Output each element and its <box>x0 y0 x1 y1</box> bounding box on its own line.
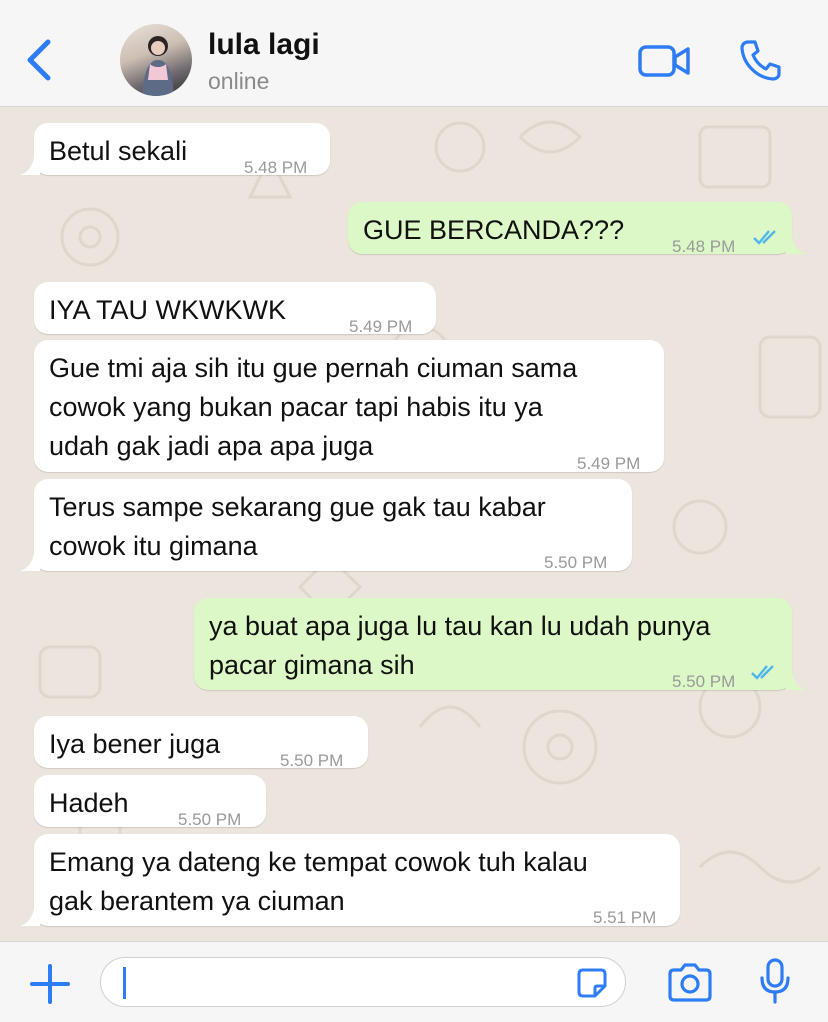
bubble-tail <box>20 553 40 571</box>
microphone-icon[interactable] <box>758 958 792 1006</box>
message-time: 5.51 PM <box>593 908 657 927</box>
chat-header: lula lagi online <box>0 0 828 107</box>
plus-icon[interactable] <box>28 962 72 1006</box>
message-bubble-outgoing[interactable]: GUE BERCANDA??? 5.48 PM <box>348 202 806 256</box>
message-line: pacar gimana sih <box>209 650 415 680</box>
bubble-tail <box>20 157 40 175</box>
message-time: 5.48 PM <box>672 237 736 256</box>
message-text: Emang ya dateng ke tempat cowok tuh kala… <box>49 843 588 921</box>
message-bubble-incoming[interactable]: Iya bener juga 5.50 PM <box>34 716 368 770</box>
message-bubble-outgoing[interactable]: ya buat apa juga lu tau kan lu udah puny… <box>194 598 806 691</box>
message-bubble-incoming[interactable]: Gue tmi aja sih itu gue pernah ciuman sa… <box>34 340 664 473</box>
message-bubble-incoming[interactable]: Terus sampe sekarang gue gak tau kabar c… <box>20 479 632 572</box>
message-line: Emang ya dateng ke tempat cowok tuh kala… <box>49 847 588 877</box>
message-text: Terus sampe sekarang gue gak tau kabar c… <box>49 488 546 566</box>
double-check-icon <box>751 665 774 680</box>
message-line: cowok yang bukan pacar tapi habis itu ya <box>49 392 543 422</box>
message-line: gak berantem ya ciuman <box>49 886 345 916</box>
message-bubble-incoming[interactable]: Hadeh 5.50 PM <box>34 775 266 829</box>
bubble-tail <box>786 672 806 690</box>
video-call-icon[interactable] <box>638 44 690 78</box>
message-text: Gue tmi aja sih itu gue pernah ciuman sa… <box>49 349 577 466</box>
message-time: 5.50 PM <box>280 751 344 770</box>
message-time: 5.49 PM <box>577 454 641 473</box>
message-bubble-incoming[interactable]: Emang ya dateng ke tempat cowok tuh kala… <box>20 834 680 927</box>
message-time: 5.50 PM <box>672 672 736 691</box>
message-text: Hadeh <box>49 788 129 818</box>
message-line: Gue tmi aja sih itu gue pernah ciuman sa… <box>49 353 578 383</box>
message-text: ya buat apa juga lu tau kan lu udah puny… <box>209 607 710 685</box>
message-bubble-incoming[interactable]: IYA TAU WKWKWK 5.49 PM <box>34 282 436 336</box>
message-input[interactable] <box>100 957 626 1007</box>
chevron-left-icon[interactable] <box>22 38 56 82</box>
bubble-tail <box>20 908 40 926</box>
sticker-icon[interactable] <box>575 968 609 998</box>
contact-status: online <box>208 68 270 94</box>
message-text: IYA TAU WKWKWK <box>49 295 287 325</box>
message-line: cowok itu gimana <box>49 531 258 561</box>
message-time: 5.50 PM <box>544 553 608 572</box>
message-line: ya buat apa juga lu tau kan lu udah puny… <box>209 611 711 641</box>
message-line: Terus sampe sekarang gue gak tau kabar <box>49 492 546 522</box>
message-text: GUE BERCANDA??? <box>363 215 625 245</box>
contact-name[interactable]: lula lagi <box>208 28 320 62</box>
double-check-icon <box>753 230 776 245</box>
text-cursor <box>123 967 126 999</box>
chat-area: Betul sekali 5.48 PM GUE BERCANDA??? 5.4… <box>0 107 828 941</box>
phone-icon[interactable] <box>738 38 782 82</box>
camera-icon[interactable] <box>666 962 714 1002</box>
bubble-tail <box>786 236 806 254</box>
message-line: udah gak jadi apa apa juga <box>49 431 374 461</box>
message-composer <box>0 941 828 1022</box>
message-text: Betul sekali <box>49 136 188 166</box>
message-bubble-incoming[interactable]: Betul sekali 5.48 PM <box>20 123 330 177</box>
message-time: 5.48 PM <box>244 158 308 177</box>
avatar[interactable] <box>120 24 192 96</box>
message-text: Iya bener juga <box>49 729 221 759</box>
